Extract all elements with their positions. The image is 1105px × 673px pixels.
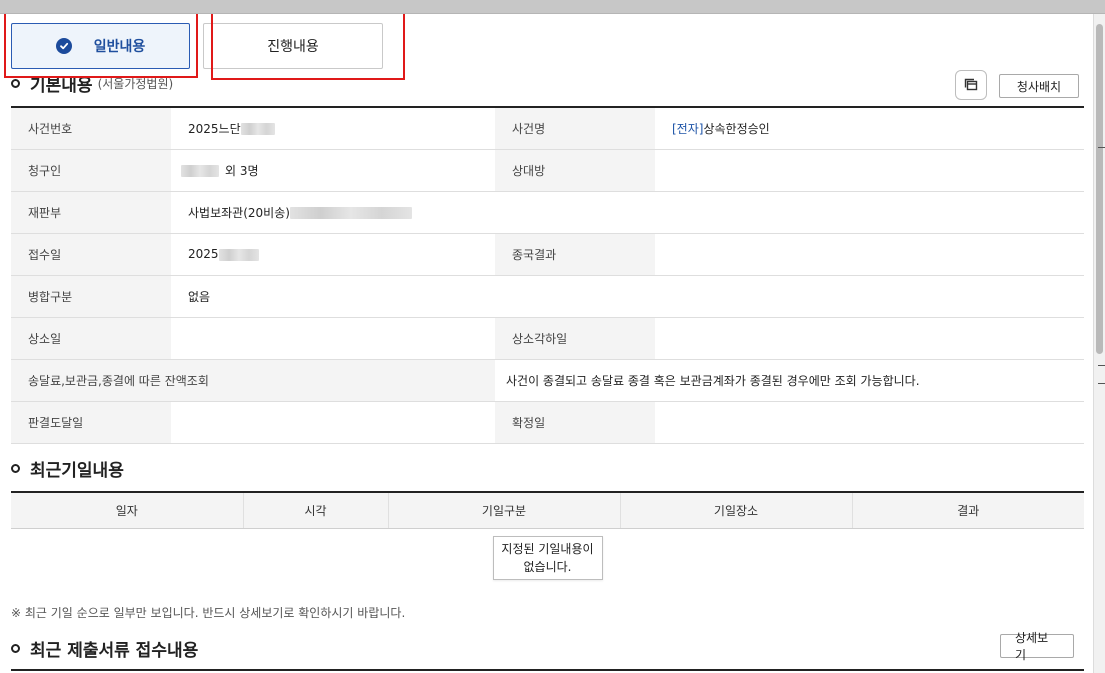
check-circle-icon	[55, 38, 72, 54]
merge-type-label: 병합구분	[11, 275, 171, 318]
redacted-block	[289, 207, 412, 219]
received-date-label: 접수일	[11, 233, 171, 276]
balance-inquiry-label: 송달료,보관금,종결에 따른 잔액조회	[11, 359, 495, 402]
case-detail-panel: 일반내용 진행내용 기본내용 (서울가정법원) 청사배치 사건번호 2025느단…	[0, 14, 1093, 673]
received-date-cell: 2025	[171, 233, 495, 276]
edge-mark	[1098, 383, 1105, 384]
balance-inquiry-value: 사건이 종결되고 송달료 종결 혹은 보관금계좌가 종결된 경우에만 조회 가능…	[495, 359, 1084, 402]
tab-general[interactable]: 일반내용	[11, 23, 190, 69]
table-row: 사건번호 2025느단 사건명 [전자]상속한정승인	[11, 107, 1084, 150]
court-division-label: 재판부	[11, 191, 171, 234]
submissions-section-title: 최근 제출서류 접수내용	[10, 636, 198, 661]
case-name-value: 상속한정승인	[703, 121, 770, 136]
case-no-label: 사건번호	[11, 107, 171, 150]
court-division-value: 사법보좌관(20비송)	[188, 205, 290, 220]
assign-building-button[interactable]: 청사배치	[999, 74, 1079, 98]
merge-type-value: 없음	[171, 275, 1084, 318]
detail-view-label: 상세보기	[1015, 631, 1049, 662]
judgment-delivery-label: 판결도달일	[11, 401, 171, 444]
schedule-table: 일자 시각 기일구분 기일장소 결과 지정된 기일내용이 없습니다.	[11, 491, 1084, 588]
case-no-cell: 2025느단	[171, 107, 495, 150]
window-top-strip	[0, 0, 1105, 14]
court-division-cell: 사법보좌관(20비송)	[171, 191, 1084, 234]
redacted-block	[218, 248, 259, 261]
appeal-reject-label: 상소각하일	[495, 317, 655, 360]
final-result-label: 종국결과	[495, 233, 655, 276]
judgment-delivery-value	[171, 401, 495, 444]
electronic-tag: [전자]	[672, 121, 704, 136]
edge-mark	[1098, 365, 1105, 366]
vertical-scrollbar[interactable]	[1093, 14, 1105, 673]
section-bullet-icon	[11, 464, 20, 473]
detail-view-button[interactable]: 상세보기	[1000, 631, 1074, 662]
col-place: 기일장소	[620, 492, 853, 529]
col-result: 결과	[852, 492, 1084, 529]
claimant-value: 외 3명	[225, 163, 259, 178]
claimant-cell: 외 3명	[171, 149, 495, 192]
tab-progress-label: 진행내용	[267, 39, 319, 55]
case-name-label: 사건명	[495, 107, 655, 150]
window-copy-icon	[964, 78, 978, 91]
claimant-label: 청구인	[11, 149, 171, 192]
appeal-date-label: 상소일	[11, 317, 171, 360]
submissions-title-text: 최근 제출서류 접수내용	[30, 641, 199, 661]
schedule-note: ※ 최근 기일 순으로 일부만 보입니다. 반드시 상세보기로 확인하시기 바랍…	[11, 606, 406, 620]
tab-progress[interactable]: 진행내용	[203, 23, 383, 69]
assign-building-label: 청사배치	[1016, 79, 1062, 94]
appeal-reject-value	[655, 317, 1084, 360]
basic-section-title: 기본내용 (서울가정법원)	[10, 71, 173, 96]
empty-message: 지정된 기일내용이 없습니다.	[492, 536, 603, 581]
print-popup-button[interactable]	[955, 70, 987, 100]
table-row: 판결도달일 확정일	[11, 401, 1084, 444]
table-row: 병합구분 없음	[11, 275, 1084, 318]
appeal-date-value	[171, 317, 495, 360]
table-row: 상소일 상소각하일	[11, 317, 1084, 360]
col-time: 시각	[243, 492, 389, 529]
received-date-value: 2025	[188, 247, 219, 261]
table-row: 접수일 2025 종국결과	[11, 233, 1084, 276]
table-row: 청구인 외 3명 상대방	[11, 149, 1084, 192]
table-top-rule	[11, 669, 1084, 671]
case-no-value: 2025느단	[188, 121, 241, 136]
col-date: 일자	[11, 492, 244, 529]
schedule-title-text: 최근기일내용	[30, 461, 124, 481]
counterparty-value	[655, 149, 1084, 192]
empty-message-line1: 지정된 기일내용이	[501, 542, 594, 557]
basic-title-text: 기본내용	[30, 76, 93, 96]
redacted-block	[240, 123, 275, 136]
table-row: 송달료,보관금,종결에 따른 잔액조회 사건이 종결되고 송달료 종결 혹은 보…	[11, 359, 1084, 402]
counterparty-label: 상대방	[495, 149, 655, 192]
empty-cell: 지정된 기일내용이 없습니다.	[11, 528, 1084, 588]
confirm-date-value	[655, 401, 1084, 444]
table-header-row: 일자 시각 기일구분 기일장소 결과	[11, 492, 1084, 529]
empty-message-line2: 없습니다.	[523, 560, 572, 575]
confirm-date-label: 확정일	[495, 401, 655, 444]
basic-info-table: 사건번호 2025느단 사건명 [전자]상속한정승인 청구인 외 3명 상대방 …	[11, 106, 1084, 444]
section-bullet-icon	[11, 79, 20, 88]
section-bullet-icon	[11, 644, 20, 653]
court-name: (서울가정법원)	[97, 77, 174, 91]
scrollbar-thumb[interactable]	[1096, 24, 1103, 354]
redacted-block	[181, 165, 219, 177]
case-name-cell: [전자]상속한정승인	[655, 107, 1084, 150]
table-row: 재판부 사법보좌관(20비송)	[11, 191, 1084, 234]
edge-mark	[1098, 147, 1105, 148]
tab-general-label: 일반내용	[93, 39, 146, 55]
final-result-value	[655, 233, 1084, 276]
schedule-section-title: 최근기일내용	[10, 456, 124, 481]
table-row: 지정된 기일내용이 없습니다.	[11, 528, 1084, 588]
col-type: 기일구분	[388, 492, 621, 529]
